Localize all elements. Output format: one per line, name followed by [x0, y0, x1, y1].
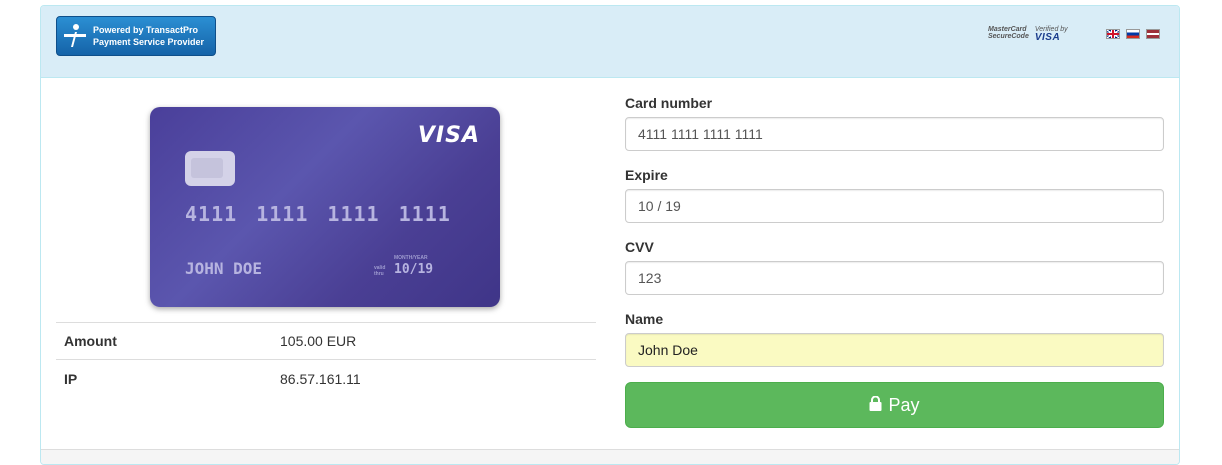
vbv-line2: VISA — [1034, 32, 1061, 43]
thru-label: thru — [374, 271, 384, 277]
amount-value: 105.00 EUR — [280, 333, 357, 349]
pay-button[interactable]: Pay — [625, 382, 1164, 428]
lock-icon — [869, 395, 882, 416]
card-preview-holder: JOHN DOE — [185, 259, 263, 278]
ip-label: IP — [64, 370, 78, 387]
expire-input[interactable] — [625, 189, 1164, 223]
lv-flag-icon[interactable] — [1146, 29, 1160, 39]
logo-text: Powered by TransactPro Payment Service P… — [93, 24, 204, 48]
name-input[interactable] — [625, 333, 1164, 367]
card-preview-expiry: 10/19 — [394, 262, 434, 277]
panel-header: Powered by TransactPro Payment Service P… — [41, 6, 1179, 78]
logo-line2: Payment Service Provider — [93, 37, 205, 47]
ip-value: 86.57.161.11 — [280, 370, 361, 387]
payment-panel: Powered by TransactPro Payment Service P… — [40, 5, 1180, 465]
language-switcher — [1106, 29, 1160, 39]
cvv-input[interactable] — [625, 261, 1164, 295]
panel-footer — [41, 449, 1179, 464]
valid-thru-label: valid thru — [374, 265, 385, 277]
visa-brand-logo: VISA — [417, 123, 480, 148]
mastercard-securecode-logo: MasterCard SecureCode — [988, 26, 1029, 40]
name-group: Name — [625, 311, 1165, 367]
mastercard-line1: MasterCard — [988, 26, 1027, 33]
chip-icon — [185, 151, 235, 186]
card-number-input[interactable] — [625, 117, 1164, 151]
en-flag-icon[interactable] — [1106, 29, 1120, 39]
table-row: Amount 105.00 EUR — [56, 323, 596, 360]
payment-details-table: Amount 105.00 EUR IP 86.57.161.11 — [56, 322, 596, 397]
mastercard-line2: SecureCode — [988, 33, 1029, 40]
secure-logos: MasterCard SecureCode Verified by VISA — [988, 26, 1068, 43]
amount-label: Amount — [64, 333, 117, 349]
ru-flag-icon[interactable] — [1126, 29, 1140, 39]
logo-line1: Powered by TransactPro — [93, 25, 199, 35]
payment-form: Card number Expire CVV Name Pay — [625, 78, 1165, 428]
name-label: Name — [625, 311, 664, 327]
pay-label: Pay — [888, 394, 920, 415]
card-preview: VISA 4111 1111 1111 1111 JOHN DOE valid … — [150, 107, 500, 307]
verified-by-visa-logo: Verified by VISA — [1034, 26, 1068, 43]
transactpro-logo-icon — [57, 17, 93, 55]
cvv-label: CVV — [625, 239, 654, 255]
month-year-label: MONTH/YEAR — [394, 255, 428, 261]
card-preview-number: 4111 1111 1111 1111 — [185, 202, 451, 226]
expire-label: Expire — [625, 167, 668, 183]
card-number-label: Card number — [625, 95, 713, 111]
cvv-group: CVV — [625, 239, 1165, 295]
table-row: IP 86.57.161.11 — [56, 360, 596, 397]
transactpro-logo[interactable]: Powered by TransactPro Payment Service P… — [56, 16, 216, 56]
card-number-group: Card number — [625, 95, 1165, 151]
expire-group: Expire — [625, 167, 1165, 223]
